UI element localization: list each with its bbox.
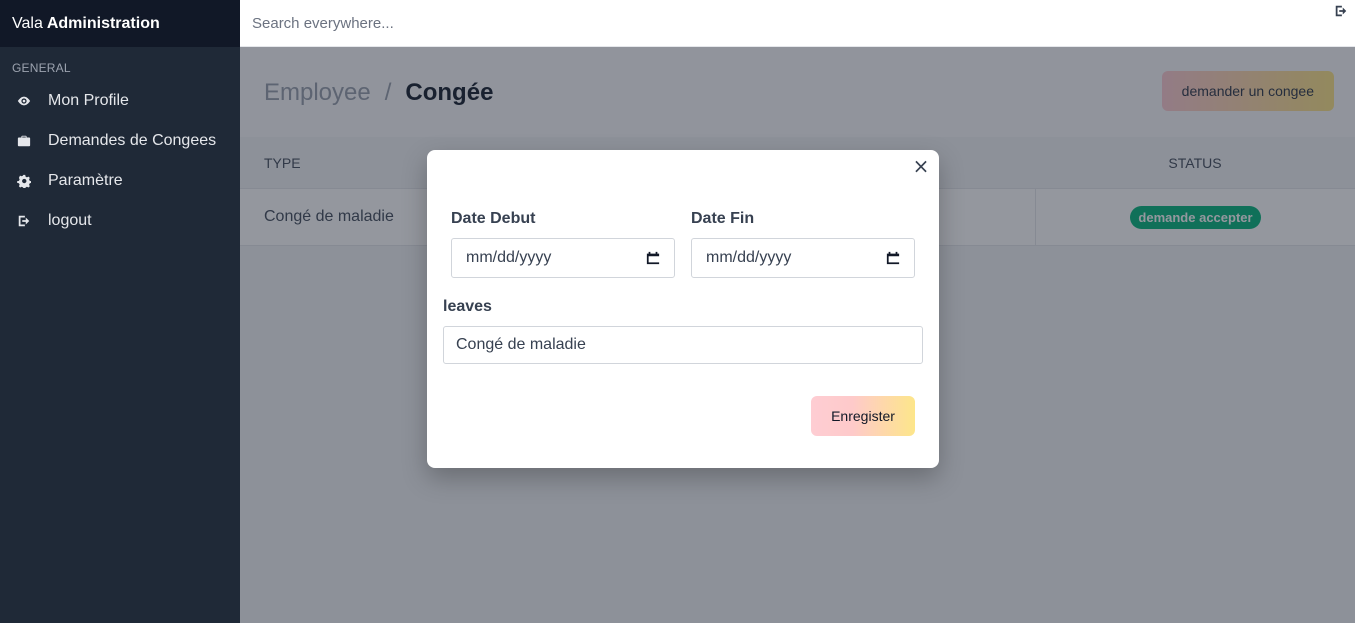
date-debut-value: mm/dd/yyyy <box>466 249 552 266</box>
date-debut-label: Date Debut <box>451 210 536 227</box>
calendar-icon[interactable] <box>646 251 660 265</box>
search-input[interactable] <box>252 8 852 38</box>
date-fin-field[interactable]: mm/dd/yyyy <box>691 238 915 278</box>
brand-title: Administration <box>46 14 160 32</box>
gear-icon <box>16 173 32 189</box>
eye-icon <box>16 93 32 109</box>
leaves-field[interactable] <box>443 326 923 364</box>
sidebar-item-label: Paramètre <box>48 172 123 189</box>
sidebar-item-label: Demandes de Congees <box>48 132 217 149</box>
date-debut-field[interactable]: mm/dd/yyyy <box>451 238 675 278</box>
brand: Vala Administration <box>0 0 240 47</box>
logout-icon <box>16 213 32 229</box>
date-fin-value: mm/dd/yyyy <box>706 249 792 266</box>
close-icon[interactable]: × <box>911 156 931 176</box>
sidebar-item-label: Mon Profile <box>48 92 129 109</box>
brand-prefix: Vala <box>12 14 43 32</box>
sidebar-item-mon-profile[interactable]: Mon Profile <box>0 81 240 121</box>
leave-request-modal: × Date Debut mm/dd/yyyy Date Fin mm/dd/y… <box>427 150 939 468</box>
briefcase-icon <box>16 133 32 149</box>
sidebar-item-demandes[interactable]: Demandes de Congees <box>0 121 240 161</box>
topbar <box>240 0 1355 47</box>
sidebar: Vala Administration GENERAL Mon Profile … <box>0 0 240 623</box>
leaves-label: leaves <box>443 298 492 315</box>
sidebar-item-label: logout <box>48 212 92 229</box>
sidebar-item-logout[interactable]: logout <box>0 201 240 241</box>
calendar-icon[interactable] <box>886 251 900 265</box>
sidebar-section-label: GENERAL <box>12 61 71 75</box>
date-fin-label: Date Fin <box>691 210 755 227</box>
sidebar-item-parametre[interactable]: Paramètre <box>0 161 240 201</box>
logout-icon[interactable] <box>1334 4 1348 18</box>
save-button[interactable]: Enregister <box>811 396 915 436</box>
